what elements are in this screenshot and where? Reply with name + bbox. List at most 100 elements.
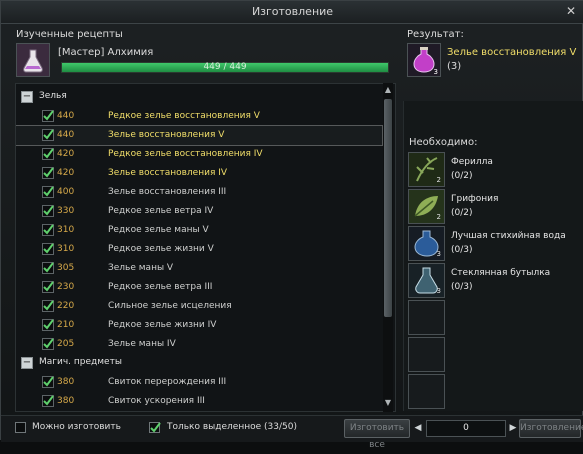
check-icon: [42, 319, 54, 331]
category-header[interactable]: − Магич. предметы: [16, 354, 382, 372]
profession-progress-bar: 449 / 449: [61, 62, 389, 73]
recipe-level: 440: [57, 130, 75, 140]
recipe-scrollbar[interactable]: ▲ ▼: [383, 83, 393, 412]
recipe-name: Зелье восстановления V: [108, 130, 225, 140]
ingredient-3-name: Лучшая стихийная вода: [451, 231, 566, 241]
ingredient-slot-4[interactable]: 3: [408, 263, 445, 298]
only-selected-checkbox[interactable]: [149, 422, 161, 433]
recipe-level: 380: [57, 396, 75, 406]
scroll-up-icon[interactable]: ▲: [383, 85, 393, 97]
recipe-name: Редкое зелье восстановления IV: [108, 149, 263, 159]
can-make-checkbox[interactable]: [15, 422, 26, 433]
recipe-row[interactable]: 310 Редкое зелье маны V: [16, 221, 382, 240]
recipe-row[interactable]: 380 Свиток ускорения III: [16, 392, 382, 411]
make-all-button[interactable]: Изготовить все: [344, 419, 410, 450]
recipe-row[interactable]: 310 Редкое зелье жизни V: [16, 240, 382, 259]
recipe-level: 440: [57, 111, 75, 121]
check-icon: [42, 243, 54, 255]
ingredient-slot-3[interactable]: 3: [408, 226, 445, 261]
check-icon: [42, 167, 54, 179]
check-icon: [42, 338, 54, 350]
scroll-thumb[interactable]: [384, 99, 392, 317]
window-title: Изготовление: [251, 5, 334, 18]
check-icon: [42, 129, 54, 141]
recipe-name: Сильное зелье исцеления: [108, 301, 232, 311]
check-icon: [42, 205, 54, 217]
recipe-name: Свиток ускорения III: [108, 396, 205, 406]
check-icon: [42, 148, 54, 160]
quantity-input[interactable]: 0: [426, 420, 506, 437]
check-icon: [42, 224, 54, 236]
check-icon: [150, 422, 161, 433]
recipe-name: Редкое зелье жизни IV: [108, 320, 217, 330]
title-bar[interactable]: Изготовление ✕: [1, 1, 583, 24]
ingredient-1-name: Ферилла: [451, 157, 493, 167]
ingredient-slot-2[interactable]: 2: [408, 189, 445, 224]
ingredient-4-count: (0/3): [451, 282, 473, 292]
ingredient-3-stack: 3: [436, 250, 441, 258]
recipe-name: Редкое зелье жизни V: [108, 244, 214, 254]
increase-icon[interactable]: ▶: [507, 420, 519, 437]
ingredient-1-stack: 2: [436, 176, 441, 184]
recipe-name: Зелье маны V: [108, 263, 174, 273]
recipe-level: 210: [57, 320, 75, 330]
collapse-icon[interactable]: −: [21, 357, 33, 369]
required-label: Необходимо:: [409, 137, 478, 148]
profession-name: [Мастер] Алхимия: [58, 47, 154, 58]
recipe-list[interactable]: − Зелья 440 Редкое зелье восстановления V 44…: [15, 83, 396, 412]
recipe-name: Редкое зелье маны V: [108, 225, 209, 235]
ingredient-4-name: Стеклянная бутылка: [451, 268, 551, 278]
crafting-window: Изготовление ✕ Изученные рецепты [Мастер…: [0, 0, 583, 450]
alchemy-icon: [16, 43, 50, 77]
recipe-level: 205: [57, 339, 75, 349]
collapse-icon[interactable]: −: [21, 91, 33, 103]
check-icon: [42, 281, 54, 293]
empty-slot[interactable]: [408, 374, 445, 409]
recipe-level: 400: [57, 187, 75, 197]
recipe-name: Редкое зелье восстановления V: [108, 111, 260, 121]
check-icon: [42, 300, 54, 312]
result-stack: 3: [433, 68, 438, 76]
empty-slot[interactable]: [408, 300, 445, 335]
recipe-level: 380: [57, 377, 75, 387]
recipe-row[interactable]: 420 Зелье восстановления IV: [16, 164, 382, 183]
recipe-row[interactable]: 420 Редкое зелье восстановления IV: [16, 145, 382, 164]
recipe-level: 230: [57, 282, 75, 292]
result-label: Результат:: [407, 29, 464, 40]
recipe-name: Редкое зелье ветра IV: [108, 206, 214, 216]
potion-icon[interactable]: 3: [407, 43, 441, 77]
recipe-row[interactable]: 230 Редкое зелье ветра III: [16, 278, 382, 297]
recipe-name: Редкое зелье ветра III: [108, 282, 213, 292]
make-button[interactable]: Изготовление: [519, 419, 583, 438]
category-header[interactable]: − Зелья: [16, 88, 382, 106]
recipe-row[interactable]: 440 Зелье восстановления V: [16, 125, 383, 146]
decrease-icon[interactable]: ◀: [412, 420, 424, 437]
ingredient-1-count: (0/2): [451, 171, 473, 181]
recipe-level: 330: [57, 206, 75, 216]
recipe-name: Зелье восстановления IV: [108, 168, 228, 178]
recipe-row[interactable]: 210 Редкое зелье жизни IV: [16, 316, 382, 335]
only-selected-label: Только выделенное (33/50): [167, 422, 297, 432]
ingredient-slot-1[interactable]: 2: [408, 152, 445, 187]
check-icon: [42, 376, 54, 388]
recipe-row[interactable]: 220 Сильное зелье исцеления: [16, 297, 382, 316]
ingredient-4-stack: 3: [436, 287, 441, 295]
close-icon[interactable]: ✕: [564, 4, 578, 18]
recipe-level: 220: [57, 301, 75, 311]
known-recipes-label: Изученные рецепты: [16, 29, 123, 40]
progress-text: 449 / 449: [203, 62, 247, 72]
recipe-level: 305: [57, 263, 75, 273]
category-label: Зелья: [39, 91, 67, 101]
recipe-row[interactable]: 205 Зелье маны IV: [16, 335, 382, 354]
empty-slot[interactable]: [408, 337, 445, 372]
recipe-row[interactable]: 330 Редкое зелье ветра IV: [16, 202, 382, 221]
recipe-row[interactable]: 440 Редкое зелье восстановления V: [16, 107, 382, 126]
recipe-row[interactable]: 400 Зелье восстановления III: [16, 183, 382, 202]
recipe-row[interactable]: 380 Свиток перерождения III: [16, 373, 382, 392]
scroll-down-icon[interactable]: ▼: [383, 398, 393, 410]
ingredient-2-name: Грифония: [451, 194, 499, 204]
check-icon: [42, 110, 54, 122]
recipe-level: 420: [57, 168, 75, 178]
category-label: Магич. предметы: [39, 357, 122, 367]
recipe-row[interactable]: 305 Зелье маны V: [16, 259, 382, 278]
